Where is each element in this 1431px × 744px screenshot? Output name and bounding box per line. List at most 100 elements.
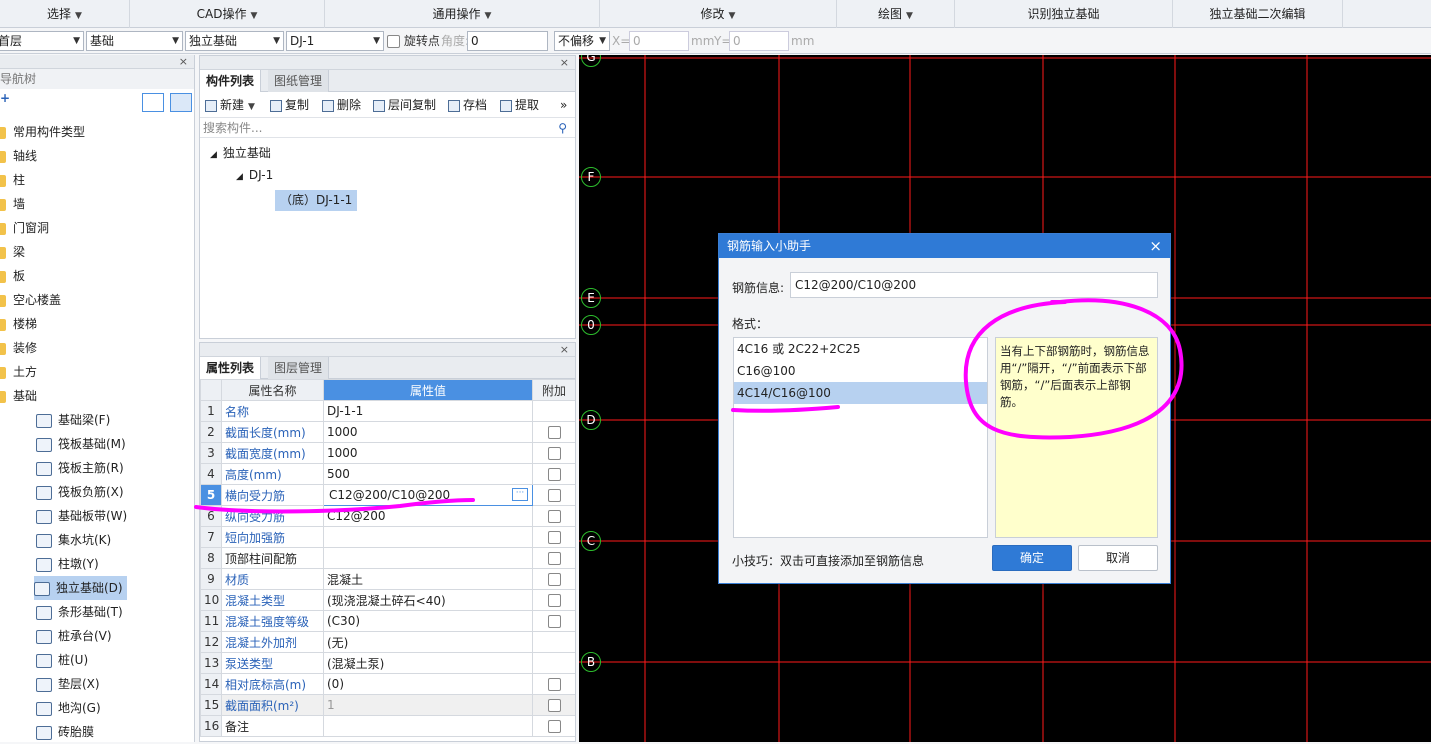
rotate-checkbox[interactable] <box>387 35 400 48</box>
rebar-info-input[interactable]: C12@200/C10@200 <box>790 272 1158 298</box>
property-value[interactable]: (无) <box>323 631 533 653</box>
nav-subitem[interactable]: 柱墩(Y) <box>36 552 99 576</box>
property-row[interactable]: 13 泵送类型 (混凝土泵) <box>200 652 575 674</box>
property-value[interactable]: (混凝土泵) <box>323 652 533 674</box>
checkbox[interactable] <box>547 531 561 544</box>
y-input[interactable]: 0 <box>729 31 789 51</box>
tab-component-list[interactable]: 构件列表 <box>200 70 262 92</box>
checkbox[interactable] <box>547 573 561 586</box>
checkbox[interactable] <box>547 552 561 565</box>
menu-draw[interactable]: 绘图 ▼ <box>837 0 955 28</box>
checkbox[interactable] <box>547 468 561 481</box>
nav-item[interactable]: 门窗洞 <box>0 216 49 240</box>
nav-item[interactable]: 土方 <box>0 360 37 384</box>
nav-subitem[interactable]: 筏板基础(M) <box>36 432 126 456</box>
nav-subitem[interactable]: 桩承台(V) <box>36 624 112 648</box>
add-icon[interactable]: + <box>0 91 10 105</box>
checkbox[interactable] <box>547 489 561 502</box>
property-row[interactable]: 16 备注 <box>200 715 575 737</box>
property-value[interactable] <box>323 715 533 737</box>
checkbox[interactable] <box>547 510 561 523</box>
close-icon[interactable]: × <box>1149 234 1162 258</box>
nav-subitem[interactable]: 条形基础(T) <box>36 600 123 624</box>
more-icon[interactable]: » <box>560 96 567 114</box>
property-value[interactable]: 混凝土 <box>323 568 533 590</box>
property-row[interactable]: 6 纵向受力筋 C12@200 <box>200 505 575 527</box>
floor-select[interactable]: 首层 ▼ <box>0 31 84 51</box>
property-value[interactable]: (C30) <box>323 610 533 632</box>
checkbox[interactable] <box>547 678 561 691</box>
property-value[interactable]: (0) <box>323 673 533 695</box>
nav-item[interactable]: 装修 <box>0 336 37 360</box>
tab-layer-management[interactable]: 图层管理 <box>268 357 330 379</box>
nav-subitem[interactable]: 筏板主筋(R) <box>36 456 124 480</box>
checkbox[interactable] <box>547 447 561 460</box>
property-row[interactable]: 2 截面长度(mm) 1000 <box>200 421 575 443</box>
tab-drawing-management[interactable]: 图纸管理 <box>268 70 330 92</box>
property-row[interactable]: 1 名称 DJ-1-1 <box>200 400 575 422</box>
tree-node-dj1-1[interactable]: （底）DJ-1-1 <box>275 190 358 211</box>
property-value[interactable]: C12@200 <box>323 505 533 527</box>
tree-node-dj1[interactable]: ◢ DJ-1 <box>236 168 273 182</box>
menu-modify[interactable]: 修改 ▼ <box>600 0 837 28</box>
property-value[interactable]: DJ-1-1 <box>323 400 533 422</box>
format-item[interactable]: C16@100 <box>734 360 987 382</box>
property-row[interactable]: 15 截面面积(m²) 1 <box>200 694 575 716</box>
nav-subitem[interactable]: 基础梁(F) <box>36 408 110 432</box>
ok-button[interactable]: 确定 <box>992 545 1072 571</box>
format-item[interactable]: 4C16 或 2C22+2C25 <box>734 338 987 360</box>
nav-subitem[interactable]: 砖胎膜 <box>36 720 94 744</box>
property-row[interactable]: 11 混凝土强度等级 (C30) <box>200 610 575 632</box>
type-select[interactable]: 独立基础 ▼ <box>185 31 284 51</box>
menu-secondary-edit[interactable]: 独立基础二次编辑 <box>1173 0 1343 28</box>
format-item-selected[interactable]: 4C14/C16@100 <box>734 382 987 404</box>
nav-item[interactable]: 板 <box>0 264 25 288</box>
nav-item[interactable]: 墙 <box>0 192 25 216</box>
close-icon[interactable]: × <box>179 55 188 68</box>
component-select[interactable]: DJ-1 ▼ <box>286 31 384 51</box>
expand-icon[interactable]: ◢ <box>236 172 243 182</box>
property-value[interactable]: 1 <box>323 694 533 716</box>
property-value[interactable]: (现浇混凝土碎石<40) <box>323 589 533 611</box>
menu-recognize[interactable]: 识别独立基础 <box>955 0 1173 28</box>
tab-property-list[interactable]: 属性列表 <box>200 357 262 379</box>
property-row[interactable]: 14 相对底标高(m) (0) <box>200 673 575 695</box>
property-row[interactable]: 9 材质 混凝土 <box>200 568 575 590</box>
nav-subitem[interactable]: 垫层(X) <box>36 672 100 696</box>
x-input[interactable]: 0 <box>629 31 689 51</box>
search-icon[interactable]: ⚲ <box>558 118 567 138</box>
copy-button[interactable]: 复制 <box>270 96 309 114</box>
property-value[interactable]: 1000 <box>323 421 533 443</box>
nav-subitem[interactable]: 筏板负筋(X) <box>36 480 124 504</box>
extract-button[interactable]: 提取 <box>500 96 539 114</box>
nav-item[interactable]: 梁 <box>0 240 25 264</box>
list-view-icon[interactable] <box>142 93 164 112</box>
property-row[interactable]: 7 短向加强筋 <box>200 526 575 548</box>
nav-subitem[interactable]: 基础板带(W) <box>36 504 127 528</box>
nav-item[interactable]: 柱 <box>0 168 25 192</box>
new-button[interactable]: 新建 ▼ <box>205 96 255 114</box>
property-row[interactable]: 4 高度(mm) 500 <box>200 463 575 485</box>
checkbox[interactable] <box>547 426 561 439</box>
close-icon[interactable]: × <box>560 56 569 69</box>
tree-node-root[interactable]: ◢ 独立基础 <box>210 144 271 161</box>
delete-button[interactable]: 删除 <box>322 96 361 114</box>
checkbox[interactable] <box>547 699 561 712</box>
checkbox[interactable] <box>547 615 561 628</box>
ellipsis-button[interactable]: ··· <box>512 488 528 501</box>
nav-item[interactable]: 常用构件类型 <box>0 120 85 144</box>
checkbox[interactable] <box>547 594 561 607</box>
property-value-editing[interactable]: C12@200/C10@200 ··· <box>323 484 533 506</box>
nav-item[interactable]: 空心楼盖 <box>0 288 61 312</box>
property-row[interactable]: 3 截面宽度(mm) 1000 <box>200 442 575 464</box>
property-value[interactable]: 1000 <box>323 442 533 464</box>
nav-item[interactable]: 楼梯 <box>0 312 37 336</box>
menu-general[interactable]: 通用操作 ▼ <box>325 0 600 28</box>
property-row[interactable]: 5 横向受力筋 C12@200/C10@200 ··· <box>200 484 575 506</box>
nav-subitem[interactable]: 桩(U) <box>36 648 88 672</box>
property-value[interactable] <box>323 547 533 569</box>
save-button[interactable]: 存档 <box>448 96 487 114</box>
property-row[interactable]: 8 顶部柱间配筋 <box>200 547 575 569</box>
nav-item[interactable]: 轴线 <box>0 144 37 168</box>
menu-select[interactable]: 选择 ▼ <box>0 0 130 28</box>
